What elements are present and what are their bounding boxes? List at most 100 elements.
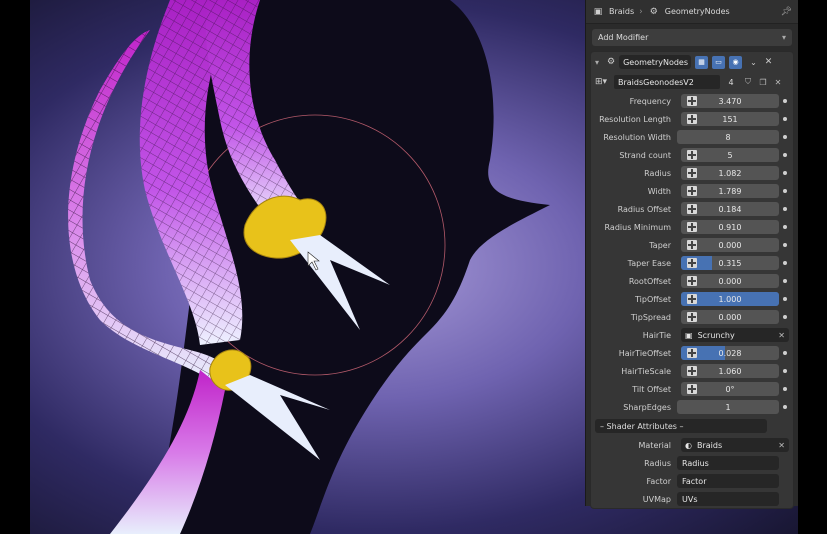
param-label: HairTie xyxy=(642,330,671,340)
input-socket-icon[interactable] xyxy=(687,384,697,394)
node-group-row: ⊞▾ BraidsGeonodesV2 4 ⛉ ❐ ✕ xyxy=(591,72,793,92)
breadcrumb-object[interactable]: Braids xyxy=(609,7,634,16)
keyframe-dot-icon[interactable] xyxy=(783,117,787,121)
param-label: Radius Minimum xyxy=(604,222,671,232)
clear-material-icon[interactable]: ✕ xyxy=(778,441,785,450)
parameter-list: Frequency 3.470 Resolution Length 151 Resolu… xyxy=(591,92,793,326)
input-socket-icon[interactable] xyxy=(687,222,697,232)
shader-attributes-header[interactable]: – Shader Attributes – xyxy=(595,419,767,433)
keyframe-dot-icon[interactable] xyxy=(783,171,787,175)
node-tree-icon[interactable]: ⊞▾ xyxy=(595,77,611,87)
breadcrumb-separator: › xyxy=(639,6,643,17)
param-row-material: Material ◐ Braids ✕ xyxy=(591,436,793,454)
add-modifier-button[interactable]: Add Modifier ▾ xyxy=(592,29,792,46)
duplicate-icon[interactable]: ❐ xyxy=(757,76,769,88)
input-socket-icon[interactable] xyxy=(687,348,697,358)
param-label: Strand count xyxy=(619,150,671,160)
keyframe-dot-icon[interactable] xyxy=(783,315,787,319)
param-value: 1.000 xyxy=(718,294,742,304)
param-row: RootOffset 0.000 xyxy=(591,272,793,290)
input-socket-icon[interactable] xyxy=(687,366,697,376)
input-socket-icon[interactable] xyxy=(687,96,697,106)
clear-object-icon[interactable]: ✕ xyxy=(778,331,785,340)
param-label: Resolution Width xyxy=(603,132,671,142)
material-field[interactable]: ◐ Braids ✕ xyxy=(681,438,789,452)
attribute-name-field[interactable]: UVs xyxy=(677,492,779,506)
keyframe-dot-icon[interactable] xyxy=(783,207,787,211)
param-row: Width 1.789 xyxy=(591,182,793,200)
keyframe-dot-icon[interactable] xyxy=(783,243,787,247)
keyframe-dot-icon[interactable] xyxy=(783,405,787,409)
collapse-arrow-icon[interactable]: ▾ xyxy=(595,58,603,67)
param-value-field[interactable]: 1 xyxy=(677,400,779,414)
input-socket-icon[interactable] xyxy=(687,294,697,304)
input-socket-icon[interactable] xyxy=(687,114,697,124)
param-row: Taper Ease 0.315 xyxy=(591,254,793,272)
remove-modifier-icon[interactable]: ✕ xyxy=(765,57,773,67)
param-value: 3.470 xyxy=(718,96,742,106)
param-row: Radius Minimum 0.910 xyxy=(591,218,793,236)
param-value: 1.789 xyxy=(718,186,742,196)
input-socket-icon[interactable] xyxy=(687,204,697,214)
input-socket-icon[interactable] xyxy=(687,258,697,268)
right-black-border xyxy=(798,0,827,534)
keyframe-dot-icon[interactable] xyxy=(783,189,787,193)
input-socket-icon[interactable] xyxy=(687,312,697,322)
attribute-label: Radius xyxy=(644,458,671,468)
keyframe-dot-icon[interactable] xyxy=(783,387,787,391)
unlink-icon[interactable]: ✕ xyxy=(772,76,784,88)
keyframe-dot-icon[interactable] xyxy=(783,153,787,157)
param-label: Taper xyxy=(649,240,671,250)
node-group-users: 4 xyxy=(728,77,734,87)
param-row: Resolution Length 151 xyxy=(591,110,793,128)
hairtie-value: Scrunchy xyxy=(697,330,735,340)
breadcrumb-modifier[interactable]: GeometryNodes xyxy=(665,7,730,16)
param-value-field[interactable]: 8 xyxy=(677,130,779,144)
param-label: Material xyxy=(638,440,672,450)
attribute-label: UVMap xyxy=(642,494,671,504)
input-socket-icon[interactable] xyxy=(687,240,697,250)
material-value: Braids xyxy=(696,440,723,450)
modifier-name-field[interactable]: GeometryNodes xyxy=(619,55,692,69)
node-group-field[interactable]: BraidsGeonodesV2 xyxy=(614,75,720,89)
hairtie-object-field[interactable]: ▣ Scrunchy ✕ xyxy=(681,328,789,342)
attribute-name-field[interactable]: Factor xyxy=(677,474,779,488)
param-value: 1.060 xyxy=(718,366,742,376)
attribute-label: Factor xyxy=(646,476,672,486)
keyframe-dot-icon[interactable] xyxy=(783,225,787,229)
viewport-toggle-icon[interactable]: ▭ xyxy=(712,55,726,69)
input-socket-icon[interactable] xyxy=(687,168,697,178)
param-row: Strand count 5 xyxy=(591,146,793,164)
param-row: HairTieOffset 0.028 xyxy=(591,344,793,362)
left-black-border xyxy=(0,0,30,534)
attribute-row: Radius Radius xyxy=(591,454,793,472)
param-label: HairTieOffset xyxy=(618,348,671,358)
param-label: Resolution Length xyxy=(599,114,671,124)
input-socket-icon[interactable] xyxy=(687,150,697,160)
param-value: 8 xyxy=(725,132,731,142)
fake-user-icon[interactable]: ⛉ xyxy=(742,76,754,88)
param-value: 0.028 xyxy=(718,348,742,358)
modifier-menu-icon[interactable]: ⌄ xyxy=(750,58,757,67)
attribute-row: UVMap UVs xyxy=(591,490,793,508)
edit-mode-toggle-icon[interactable]: ▦ xyxy=(695,55,709,69)
chevron-down-icon: ▾ xyxy=(781,33,786,42)
keyframe-dot-icon[interactable] xyxy=(783,135,787,139)
input-socket-icon[interactable] xyxy=(687,276,697,286)
param-value: 0.000 xyxy=(718,312,742,322)
pin-icon[interactable]: 📌︎ xyxy=(781,7,792,17)
attribute-row: Factor Factor xyxy=(591,472,793,490)
param-value: 0.184 xyxy=(718,204,742,214)
keyframe-dot-icon[interactable] xyxy=(783,99,787,103)
input-socket-icon[interactable] xyxy=(687,186,697,196)
param-row: Radius 1.082 xyxy=(591,164,793,182)
param-row: SharpEdges 1 xyxy=(591,398,793,416)
keyframe-dot-icon[interactable] xyxy=(783,351,787,355)
keyframe-dot-icon[interactable] xyxy=(783,297,787,301)
keyframe-dot-icon[interactable] xyxy=(783,369,787,373)
render-toggle-icon[interactable]: ◉ xyxy=(729,55,743,69)
attribute-name-field[interactable]: Radius xyxy=(677,456,779,470)
keyframe-dot-icon[interactable] xyxy=(783,279,787,283)
keyframe-dot-icon[interactable] xyxy=(783,261,787,265)
param-label: Taper Ease xyxy=(627,258,671,268)
